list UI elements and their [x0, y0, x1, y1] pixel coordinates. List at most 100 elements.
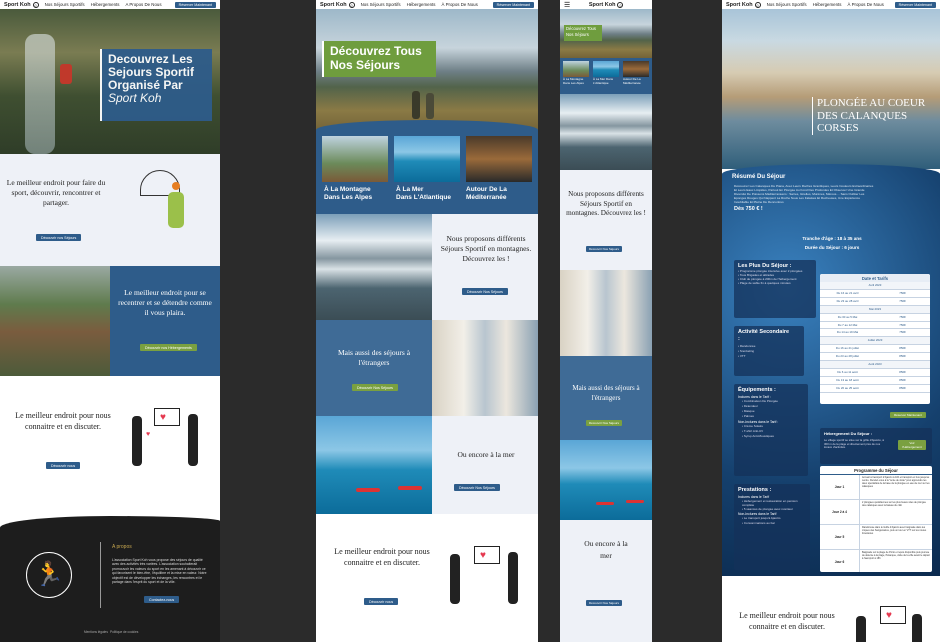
hero-title-box: Découvrez Tous Nos Séjours	[322, 41, 436, 77]
program-row: Jour 6 Baignade sur la plage de Porto et …	[820, 550, 932, 572]
discover-us-button[interactable]: Découvrir nous	[46, 462, 81, 469]
nav-item-sejours[interactable]: Nos Séjours Sportifs	[767, 2, 807, 7]
service-excluded-item: • Consommations au bar	[742, 520, 775, 525]
destination-cards: À La Montagne Dans Les Alpes À La Mer Da…	[560, 58, 652, 94]
discover-sejours-button[interactable]: Découvrir nos Séjours	[36, 234, 82, 241]
hero-title-line2: Nos Séjours	[330, 58, 401, 72]
nav-item-sejours[interactable]: Nos Séjours Sportifs	[45, 2, 85, 7]
housing-button[interactable]: Voir l'Hébergement	[898, 440, 926, 450]
heart-frame	[880, 606, 906, 624]
dates-row: Du 23 au 28 juillet 850€	[820, 353, 930, 362]
reserve-cta-button[interactable]: Réserver Maintenant	[174, 1, 216, 8]
card-caption-mediterranean: Autour De La Méditerranée	[623, 77, 641, 85]
brand-logo[interactable]: Sport Koh ☺	[726, 1, 761, 8]
hikers-figure	[412, 91, 420, 119]
dates-row: Du 16 au 21 avril 750€	[820, 290, 930, 298]
heart-icon: ♥	[480, 550, 486, 561]
heart-icon-small: ♥	[146, 430, 151, 438]
discover-hebergements-button[interactable]: Découvrir nos Hébergements	[140, 344, 197, 351]
person-left	[450, 554, 460, 604]
heart-icon: ♥	[886, 610, 892, 621]
resort-image	[0, 266, 110, 376]
abroad-discover-button[interactable]: Découvrir Nos Séjours	[352, 384, 398, 391]
waterfall	[25, 34, 55, 154]
basketball-icon	[172, 182, 180, 190]
dates-range: Du 23 au 28 juillet	[835, 354, 860, 359]
dates-price: 750€	[899, 322, 906, 327]
nav-item-a-propos[interactable]: A Propos De Nous	[125, 2, 161, 7]
services-box: Prestations : Inclures dans le Tarif • H…	[734, 484, 810, 570]
dates-range: Du 23 au 28 avril	[836, 298, 859, 303]
destination-cards: À La Montagne Dans Les Alpes À La Mer Dans…	[316, 120, 538, 216]
dates-table: Date et Tarifs Avril 2023 Du 16 au 21 avr…	[820, 274, 930, 404]
hero-title-line1: Découvrez Tous	[566, 26, 596, 31]
runner-logo-icon: ☺	[754, 1, 761, 8]
hero-title-box: Découvrez Tous Nos Séjours	[564, 25, 602, 41]
activities-heading: Activité Secondaire :	[738, 329, 790, 342]
contact-discover-button[interactable]: Découvrir nous	[364, 598, 399, 605]
reserve-cta-button[interactable]: Réserver Maintenant	[492, 1, 534, 8]
mountain-discover-button[interactable]: Découvrir Nos Séjours	[462, 288, 508, 295]
nav-item-a-propos[interactable]: À Propos De Nous	[441, 2, 477, 7]
dates-price: 750€	[899, 314, 906, 319]
hamburger-menu-icon[interactable]: ☰	[564, 1, 570, 9]
footer-link-cookies[interactable]: Politique de cookies	[110, 630, 138, 634]
equipment-included-list: • Combinaison De Plongée • Détendeur • Mas…	[738, 399, 804, 419]
sea-discover-button[interactable]: Découvrir Nos Séjours	[586, 600, 623, 606]
card-image-mediterranean[interactable]	[623, 61, 649, 77]
dates-range: Du 30 au 5 Mai	[837, 314, 858, 319]
program-day: Jour 2 à 4	[820, 500, 860, 524]
program-heading: Programme du Séjour	[820, 466, 932, 475]
dates-row: Du 23 au 28 avril 750€	[820, 298, 930, 306]
brand-logo[interactable]: Sport Koh ☺	[320, 1, 355, 8]
card-image-alps[interactable]	[563, 61, 589, 77]
homepage-desktop-panel: Sport Koh ☺ Nos Séjours Sportifs Hébergem…	[0, 0, 220, 642]
dates-row: Du 30 au 5 Mai 750€	[820, 314, 930, 322]
card-image-alps[interactable]	[322, 136, 388, 182]
card-caption-alps: À La Montagne Dans Les Alpes	[563, 77, 584, 85]
abroad-discover-button[interactable]: Découvrir Nos Séjours	[586, 420, 623, 426]
sea-discover-button[interactable]: Découvrir Nos Séjours	[454, 484, 500, 491]
program-row: Jour 1 Accueil à l'aéroport d'Ajaccio à 1…	[820, 475, 932, 500]
card-caption-line: Méditerranée	[466, 194, 507, 201]
card-image-atlantic[interactable]	[394, 136, 460, 182]
brand-logo[interactable]: Sport Koh ☺	[589, 1, 624, 8]
card-caption-mediterranean: Autour De La Méditerranée	[466, 186, 507, 202]
dates-price: 850€	[899, 377, 906, 382]
hero-title-line2: DES CALANQUES	[817, 109, 908, 122]
footer-about-text: L'association Sport Koh vous propose des…	[112, 558, 207, 585]
footer-contact-button[interactable]: Contactez-nous	[144, 596, 180, 603]
footer-link-mentions[interactable]: Mentions légales	[84, 630, 108, 634]
price-text: Dès 750 € !	[734, 206, 763, 212]
top-nav: Sport Koh ☺ Nos Séjours Sportifs Hébergem…	[722, 0, 940, 9]
card-image-mediterranean[interactable]	[466, 136, 532, 182]
mountain-discover-button[interactable]: Découvrir Nos Séjours	[586, 246, 623, 252]
program-text: 2 plongées quotidiennes sur les plus bea…	[862, 501, 926, 508]
nav-item-sejours[interactable]: Nos Séjours Sportifs	[361, 2, 401, 7]
brand-logo[interactable]: Sport Koh ☺	[4, 1, 39, 8]
about-section: Le meilleur endroit pour nous connaitre …	[0, 376, 220, 516]
nav-item-a-propos[interactable]: À Propos De Nous	[847, 2, 883, 7]
sejours-desktop-panel: Sport Koh ☺ Nos Séjours Sportifs Hébergem…	[316, 0, 538, 642]
reserve-cta-button[interactable]: Réserver Maintenant	[894, 1, 936, 8]
nav-item-hebergements[interactable]: Hébergements	[91, 2, 120, 7]
dates-range: Du 6 au 11 août	[837, 369, 858, 374]
people-hearts-illustration: ♥ ♥	[128, 404, 208, 474]
nav-item-hebergements[interactable]: Hébergements	[813, 2, 842, 7]
reserve-now-button[interactable]: Réserver Maintenant	[890, 412, 926, 418]
heart-frame	[154, 408, 180, 426]
basketball-player-illustration	[168, 192, 184, 228]
sejour-detail-panel: Sport Koh ☺ Nos Séjours Sportifs Hébergem…	[722, 0, 940, 642]
people-hearts-illustration: ♥	[852, 604, 932, 642]
contact-section: Le meilleur endroit pour nous connaitre …	[316, 514, 538, 642]
age-range: Tranche d'âge : 18 à 35 ans	[802, 236, 862, 241]
detail-content: Résumé Du Séjour Découvrez Les Calanques…	[722, 164, 940, 576]
dates-price: 850€	[899, 369, 906, 374]
nav-item-hebergements[interactable]: Hébergements	[407, 2, 436, 7]
runner-logo-icon: ☺	[617, 1, 624, 8]
dates-row: Du 13 au 18 août 850€	[820, 377, 930, 385]
sea-section: Ou encore à la mer Découvrir Nos Séjours	[316, 416, 538, 514]
card-image-atlantic[interactable]	[593, 61, 619, 77]
person-left	[132, 416, 142, 466]
person-right	[508, 552, 518, 604]
